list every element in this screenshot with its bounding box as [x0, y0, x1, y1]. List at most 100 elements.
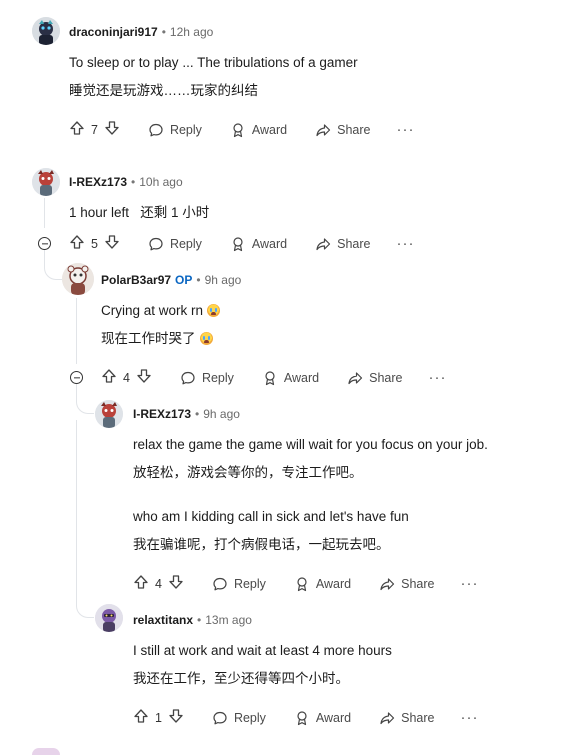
- upvote-icon[interactable]: [133, 574, 149, 595]
- share-button[interactable]: Share: [315, 122, 371, 138]
- username[interactable]: relaxtitanx: [133, 613, 193, 627]
- vote-group: 4: [101, 368, 152, 389]
- timestamp[interactable]: 10h ago: [139, 175, 182, 189]
- downvote-icon[interactable]: [136, 368, 152, 389]
- share-icon: [379, 710, 395, 726]
- more-icon[interactable]: ···: [397, 122, 415, 137]
- award-label: Award: [251, 123, 288, 137]
- reply-label: Reply: [169, 123, 202, 137]
- comment-header: PolarB3ar97 OP • 9h ago: [101, 271, 241, 289]
- more-icon[interactable]: ···: [461, 576, 479, 591]
- award-button[interactable]: Award: [294, 576, 351, 592]
- reply-button[interactable]: Reply: [148, 236, 202, 252]
- share-icon: [347, 370, 363, 386]
- award-button[interactable]: Award: [230, 122, 287, 138]
- share-label: Share: [369, 371, 403, 385]
- more-icon[interactable]: ···: [397, 236, 415, 251]
- comment-actions: 4 Reply Award Share ···: [101, 368, 447, 388]
- comment-actions: 4 Reply Award Share ···: [133, 574, 479, 594]
- thread-line: [76, 420, 94, 618]
- award-icon: [230, 122, 246, 138]
- award-icon: [262, 370, 278, 386]
- upvote-icon[interactable]: [69, 120, 85, 141]
- award-icon: [294, 576, 310, 592]
- thread-line: [76, 298, 77, 364]
- crying-emoji: [199, 332, 213, 345]
- upvote-icon[interactable]: [69, 234, 85, 255]
- reply-icon: [212, 710, 228, 726]
- award-button[interactable]: Award: [230, 236, 287, 252]
- downvote-icon[interactable]: [104, 120, 120, 141]
- vote-group: 7: [69, 120, 120, 141]
- avatar[interactable]: [95, 604, 123, 632]
- share-button[interactable]: Share: [379, 576, 435, 592]
- comment-text: I still at work and wait at least 4 more…: [133, 643, 392, 658]
- upvote-icon[interactable]: [133, 708, 149, 729]
- reply-button[interactable]: Reply: [180, 370, 234, 386]
- timestamp[interactable]: 12h ago: [170, 25, 213, 39]
- comment-text: To sleep or to play ... The tribulations…: [69, 55, 358, 70]
- reply-button[interactable]: Reply: [148, 122, 202, 138]
- more-icon[interactable]: ···: [461, 710, 479, 725]
- vote-count: 7: [91, 123, 98, 137]
- downvote-icon[interactable]: [168, 574, 184, 595]
- timestamp[interactable]: 9h ago: [205, 273, 242, 287]
- reply-button[interactable]: Reply: [212, 710, 266, 726]
- share-icon: [315, 122, 331, 138]
- collapse-icon[interactable]: [38, 237, 51, 250]
- comment-actions: 5 Reply Award Share ···: [69, 234, 415, 254]
- downvote-icon[interactable]: [104, 234, 120, 255]
- upvote-icon[interactable]: [101, 368, 117, 389]
- comment-text: who am I kidding call in sick and let's …: [133, 509, 409, 524]
- vote-count: 4: [155, 577, 162, 591]
- award-button[interactable]: Award: [262, 370, 319, 386]
- award-icon: [230, 236, 246, 252]
- reply-icon: [180, 370, 196, 386]
- award-label: Award: [251, 237, 288, 251]
- username[interactable]: I-REXz173: [69, 175, 127, 189]
- comment-text: 我在骗谁呢，打个病假电话，一起玩去吧。: [133, 537, 390, 552]
- separator: •: [196, 273, 201, 287]
- avatar[interactable]: [95, 400, 123, 428]
- award-button[interactable]: Award: [294, 710, 351, 726]
- reply-label: Reply: [169, 237, 202, 251]
- username[interactable]: PolarB3ar97: [101, 273, 171, 287]
- share-button[interactable]: Share: [379, 710, 435, 726]
- avatar[interactable]: [62, 263, 94, 295]
- comment-header: relaxtitanx • 13m ago: [133, 611, 252, 629]
- share-icon: [315, 236, 331, 252]
- avatar[interactable]: [32, 748, 60, 755]
- award-label: Award: [315, 577, 352, 591]
- comment-text: 放轻松，游戏会等你的，专注工作吧。: [133, 465, 363, 480]
- downvote-icon[interactable]: [168, 708, 184, 729]
- share-label: Share: [337, 237, 371, 251]
- comment-text: 我还在工作，至少还得等四个小时。: [133, 671, 349, 686]
- comment-line: 现在工作时哭了: [101, 331, 196, 346]
- username[interactable]: I-REXz173: [133, 407, 191, 421]
- more-icon[interactable]: ···: [429, 370, 447, 385]
- avatar[interactable]: [32, 168, 60, 196]
- reply-icon: [148, 122, 164, 138]
- username[interactable]: draconinjari917: [69, 25, 158, 39]
- reply-label: Reply: [233, 577, 266, 591]
- thread-line: [76, 384, 94, 414]
- avatar[interactable]: [32, 17, 60, 45]
- crying-emoji: [207, 304, 221, 317]
- vote-count: 4: [123, 371, 130, 385]
- reply-icon: [212, 576, 228, 592]
- comment-header: I-REXz173 • 9h ago: [133, 405, 240, 423]
- reply-button[interactable]: Reply: [212, 576, 266, 592]
- thread-line: [44, 198, 45, 228]
- award-label: Award: [283, 371, 320, 385]
- award-icon: [294, 710, 310, 726]
- collapse-icon[interactable]: [70, 371, 83, 384]
- timestamp[interactable]: 13m ago: [205, 613, 252, 627]
- separator: •: [195, 407, 200, 421]
- comment-text: Crying at work rn: [101, 302, 221, 320]
- timestamp[interactable]: 9h ago: [203, 407, 240, 421]
- share-button[interactable]: Share: [315, 236, 371, 252]
- comment-text: relax the game the game will wait for yo…: [133, 437, 488, 452]
- share-button[interactable]: Share: [347, 370, 403, 386]
- separator: •: [131, 175, 136, 189]
- award-label: Award: [315, 711, 352, 725]
